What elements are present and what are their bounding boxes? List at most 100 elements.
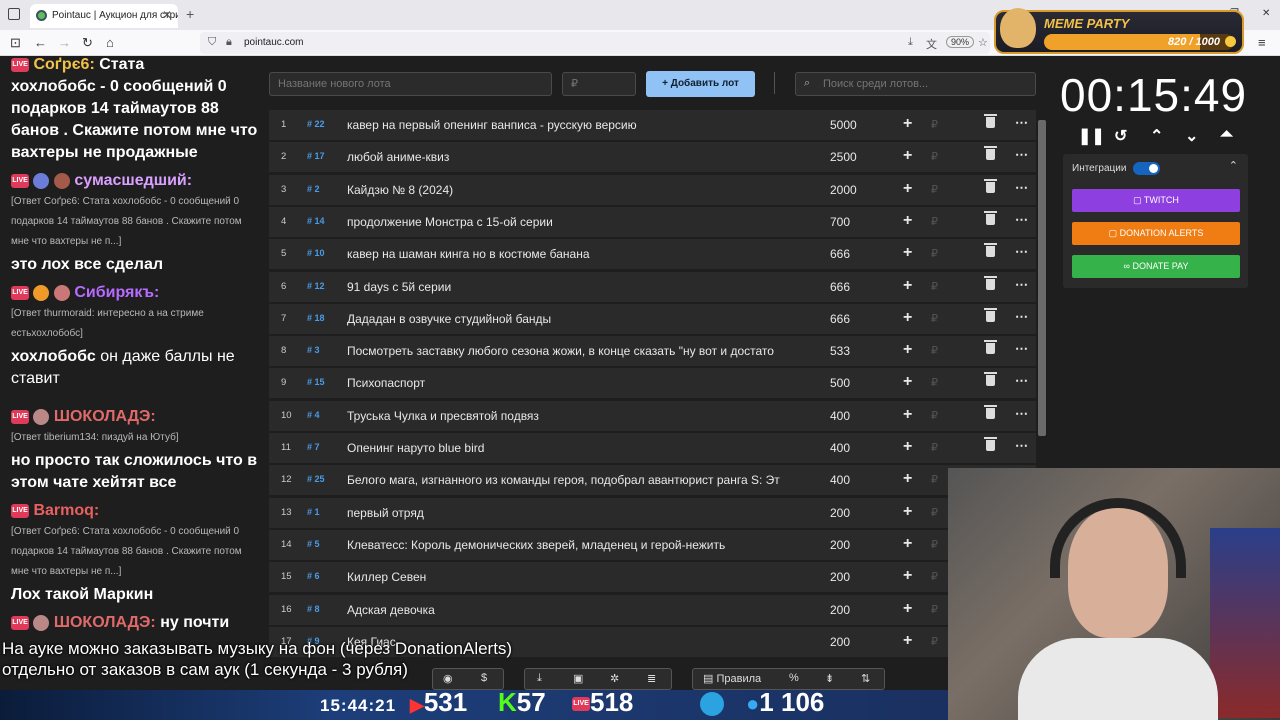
lot-name[interactable]: продолжение Монстра с 15-ой серии [347, 215, 809, 229]
delete-lot-icon[interactable] [984, 307, 997, 322]
lot-row[interactable]: 9 # 15 Психопаспорт 500 + ₽ ⋯ [269, 368, 1036, 399]
add-amount-icon[interactable]: + [903, 309, 912, 327]
integrations-toggle[interactable] [1133, 162, 1160, 175]
zoom-level[interactable]: 90% [946, 36, 975, 48]
ruble-input[interactable]: ₽ [931, 635, 938, 648]
new-lot-name-input[interactable] [269, 72, 552, 96]
close-window-icon[interactable]: ✕ [1262, 8, 1270, 19]
add-amount-icon[interactable]: + [903, 373, 912, 391]
ruble-input[interactable]: ₽ [931, 344, 938, 357]
tab-overview-icon[interactable] [8, 8, 20, 20]
more-options-icon[interactable]: ⋯ [1015, 406, 1029, 422]
add-amount-icon[interactable]: + [903, 438, 912, 456]
add-amount-icon[interactable]: + [903, 406, 912, 424]
ruble-input[interactable]: ₽ [931, 312, 938, 325]
lot-name[interactable]: Опенинг наруто blue bird [347, 441, 809, 455]
back-icon[interactable]: ← [34, 35, 47, 50]
lot-row[interactable]: 11 # 7 Опенинг наруто blue bird 400 + ₽ ⋯ [269, 433, 1036, 463]
lot-name[interactable]: Психопаспорт [347, 376, 809, 390]
lot-row[interactable]: 2 # 17 любой аниме-квиз 2500 + ₽ ⋯ [269, 142, 1036, 173]
lot-name[interactable]: Адская девочка [347, 603, 809, 617]
ruble-input[interactable]: ₽ [931, 150, 938, 163]
menu-icon[interactable]: ≡ [1258, 35, 1266, 50]
ruble-input[interactable]: ₽ [931, 441, 938, 454]
lot-name[interactable]: любой аниме-квиз [347, 150, 809, 164]
more-options-icon[interactable]: ⋯ [1015, 115, 1029, 131]
ruble-input[interactable]: ₽ [931, 538, 938, 551]
lot-row[interactable]: 15 # 6 Киллер Севен 200 + ₽ [269, 562, 1036, 593]
pause-icon[interactable]: ❚❚ [1078, 126, 1105, 146]
lot-name[interactable]: первый отряд [347, 506, 809, 520]
lot-name[interactable]: Белого мага, изгнанного из команды героя… [347, 473, 809, 487]
more-options-icon[interactable]: ⋯ [1015, 212, 1029, 228]
add-lot-button[interactable]: + Добавить лот [646, 71, 755, 97]
add-amount-icon[interactable]: + [903, 277, 912, 295]
lot-row[interactable]: 5 # 10 кавер на шаман кинга но в костюме б… [269, 239, 1036, 270]
more-options-icon[interactable]: ⋯ [1015, 309, 1029, 325]
lot-name[interactable]: Труська Чулка и пресвятой подвяз [347, 409, 809, 423]
more-options-icon[interactable]: ⋯ [1015, 341, 1029, 357]
url-bar[interactable]: ⛉ 🔒︎ pointauc.com ⤓ 文 90% ☆ [200, 32, 990, 54]
lot-name[interactable]: Киллер Севен [347, 570, 809, 584]
ruble-input[interactable]: ₽ [931, 376, 938, 389]
add-amount-icon[interactable]: + [903, 212, 912, 230]
add-amount-icon[interactable]: + [903, 600, 912, 618]
more-options-icon[interactable]: ⋯ [1015, 147, 1029, 163]
more-options-icon[interactable]: ⋯ [1015, 180, 1029, 196]
add-amount-icon[interactable]: + [903, 147, 912, 165]
lot-name[interactable]: Посмотреть заставку любого сезона жожи, … [347, 344, 809, 358]
translate-icon[interactable]: 文 [926, 36, 937, 52]
reload-icon[interactable]: ↻ [82, 35, 93, 51]
download-icon[interactable]: ⤓ [537, 672, 542, 685]
split-icon[interactable]: ⇟ [825, 672, 834, 685]
delete-lot-icon[interactable] [984, 437, 997, 451]
lot-row[interactable]: 6 # 12 91 days с 5й серии 666 + ₽ ⋯ [269, 271, 1036, 302]
lot-row[interactable]: 14 # 5 Клеватесс: Король демонических звер… [269, 529, 1036, 560]
delete-lot-icon[interactable] [984, 210, 997, 225]
lot-row[interactable]: 12 # 25 Белого мага, изгнанного из команды… [269, 465, 1036, 496]
donate-pay-button[interactable]: ∞ DONATE PAY [1072, 255, 1240, 278]
add-amount-icon[interactable]: + [903, 535, 912, 553]
lot-row[interactable]: 8 # 3 Посмотреть заставку любого сезона жо… [269, 336, 1036, 367]
double-add-time-icon[interactable]: ⏶ [1220, 126, 1233, 144]
lot-name[interactable]: кавер на шаман кинга но в костюме банана [347, 247, 809, 261]
lot-name[interactable]: 91 days с 5й серии [347, 280, 809, 294]
download-page-icon[interactable]: ⤓ [908, 36, 913, 49]
more-options-icon[interactable]: ⋯ [1015, 244, 1029, 260]
ruble-input[interactable]: ₽ [931, 183, 938, 196]
lot-row[interactable]: 3 # 2 Кайдзю № 8 (2024) 2000 + ₽ ⋯ [269, 174, 1036, 205]
search-input[interactable] [795, 72, 1036, 96]
percent-icon[interactable]: % [789, 672, 799, 684]
ruble-input[interactable]: ₽ [931, 280, 938, 293]
add-amount-icon[interactable]: + [903, 567, 912, 585]
reset-timer-icon[interactable]: ↺ [1114, 126, 1127, 146]
delete-lot-icon[interactable] [984, 243, 997, 258]
chevron-up-icon[interactable]: ⌃ [1229, 159, 1238, 172]
bookmark-star-icon[interactable]: ☆ [978, 36, 988, 49]
save-icon[interactable]: ▣ [573, 672, 583, 685]
lot-name[interactable]: Дададан в озвучке студийной банды [347, 312, 809, 326]
lot-row[interactable]: 7 # 18 Дададан в озвучке студийной банды 66… [269, 303, 1036, 334]
sidebar-icon[interactable]: ⊡ [10, 35, 21, 51]
lot-row[interactable]: 13 # 1 первый отряд 200 + ₽ [269, 497, 1036, 528]
add-amount-icon[interactable]: + [903, 341, 912, 359]
lot-name[interactable]: Клеватесс: Король демонических зверей, м… [347, 538, 809, 552]
sort-icon[interactable]: ⇅ [861, 672, 870, 685]
more-options-icon[interactable]: ⋯ [1015, 373, 1029, 389]
lot-name[interactable]: кавер на первый опенинг ванписа - русску… [347, 118, 809, 132]
lot-row[interactable]: 16 # 8 Адская девочка 200 + ₽ [269, 594, 1036, 625]
more-options-icon[interactable]: ⋯ [1015, 277, 1029, 293]
twitch-button[interactable]: ▢ TWITCH [1072, 189, 1240, 212]
delete-lot-icon[interactable] [984, 372, 997, 387]
ruble-input[interactable]: ₽ [931, 473, 938, 486]
lot-name[interactable]: Кайдзю № 8 (2024) [347, 183, 809, 197]
lot-row[interactable]: 4 # 14 продолжение Монстра с 15-ой серии 70… [269, 206, 1036, 237]
ruble-input[interactable]: ₽ [931, 409, 938, 422]
ruble-input[interactable]: ₽ [931, 247, 938, 260]
close-tab-icon[interactable]: ✕ [162, 8, 172, 22]
new-tab-icon[interactable]: + [186, 6, 194, 22]
browser-tab[interactable]: Pointauc | Аукцион для стриме ✕ [30, 4, 178, 28]
donation-alerts-button[interactable]: ▢ DONATION ALERTS [1072, 222, 1240, 245]
delete-lot-icon[interactable] [984, 146, 997, 161]
delete-lot-icon[interactable] [984, 404, 997, 419]
